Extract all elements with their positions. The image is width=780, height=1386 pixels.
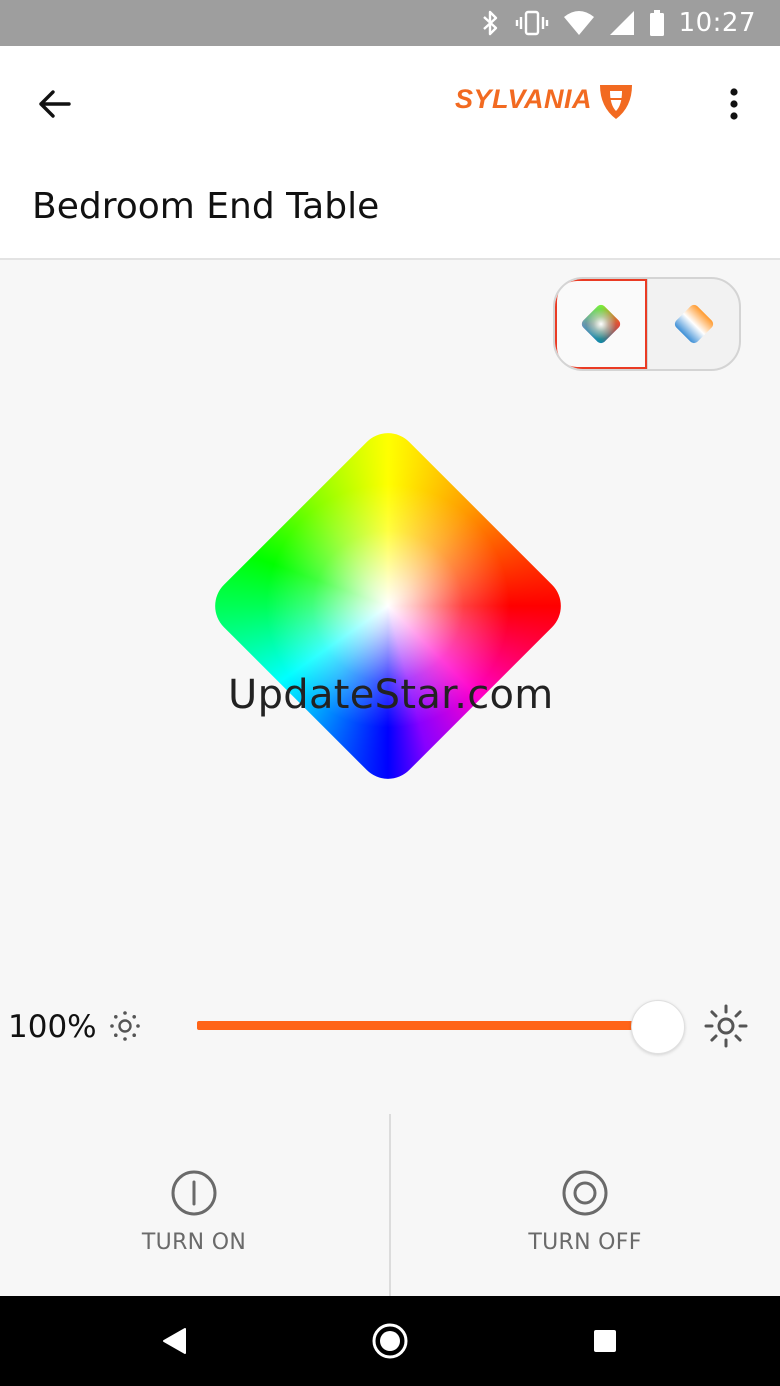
turn-off-button[interactable]: TURN OFF (485, 1168, 685, 1268)
bluetooth-icon (482, 10, 497, 36)
recents-square-icon (594, 1330, 616, 1352)
turn-on-button[interactable]: TURN ON (94, 1168, 294, 1268)
brightness-low-icon (110, 1011, 140, 1041)
back-triangle-icon (163, 1328, 186, 1354)
brightness-value: 100% (8, 1009, 97, 1045)
home-circle-icon (372, 1323, 408, 1359)
brightness-slider[interactable] (197, 998, 685, 1054)
white-tone-mode-button[interactable] (647, 279, 739, 369)
power-off-icon (562, 1170, 608, 1216)
sylvania-bulb-icon (600, 85, 633, 119)
arrow-back-icon (39, 90, 71, 118)
color-picker[interactable] (202, 420, 574, 792)
nav-back-button[interactable] (134, 1296, 214, 1386)
color-saturation-center (202, 420, 574, 792)
color-mode-button[interactable] (555, 279, 648, 369)
overflow-menu-button[interactable] (714, 76, 754, 132)
vibrate-icon (515, 10, 548, 36)
turn-off-label: TURN OFF (528, 1230, 642, 1255)
white-tone-mode-icon (674, 304, 713, 344)
brightness-slider-track (197, 1021, 637, 1030)
color-mode-icon (581, 304, 621, 344)
brightness-slider-thumb[interactable] (631, 1000, 685, 1054)
page-title: Bedroom End Table (32, 186, 380, 227)
status-icons: 10:27 (481, 0, 756, 46)
nav-home-button[interactable] (350, 1296, 430, 1386)
power-divider (389, 1114, 391, 1296)
brand-name: SYLVANIA (455, 83, 593, 114)
turn-on-label: TURN ON (141, 1230, 247, 1255)
brightness-high-icon (704, 1004, 748, 1048)
app-bar: SYLVANIA Bedroom End Table (0, 46, 780, 260)
more-vertical-icon (730, 88, 738, 120)
status-bar: 10:27 (0, 0, 780, 46)
status-time: 10:27 (678, 8, 756, 38)
system-nav-bar (0, 1296, 780, 1386)
signal-icon (609, 11, 634, 35)
power-on-icon (171, 1170, 217, 1216)
brand-logo: SYLVANIA (455, 76, 636, 122)
wifi-icon (563, 11, 594, 35)
back-button[interactable] (26, 76, 82, 132)
nav-recents-button[interactable] (565, 1296, 645, 1386)
watermark-text: UpdateStar.com (228, 672, 554, 718)
battery-icon (649, 10, 664, 36)
light-mode-toggle (553, 277, 741, 371)
